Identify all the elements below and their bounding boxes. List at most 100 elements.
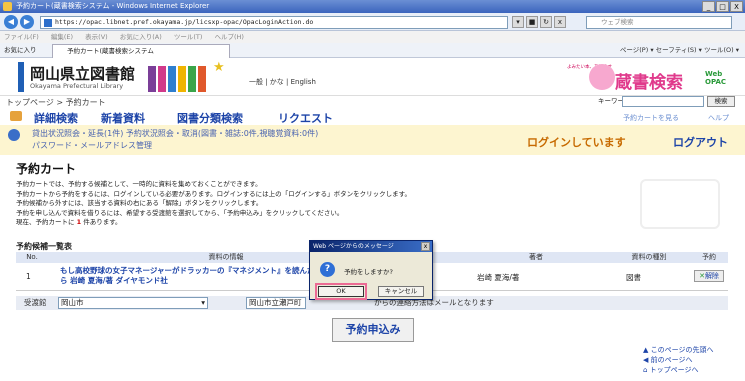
browser-tools[interactable]: ページ(P) ▾ セーフティ(S) ▾ ツール(O) ▾ <box>620 43 739 58</box>
mascot-icon <box>589 64 615 90</box>
desc-line-2: 予約カートから予約をするには、ログインしている必要があります。ログインするには上… <box>16 189 412 198</box>
cart-watermark-icon <box>640 179 720 229</box>
window-controls: _ □ X <box>702 1 743 12</box>
pickup-branch-select[interactable]: 岡山市立瀬戸町 <box>246 297 306 309</box>
opac-title: 蔵書検索 <box>615 73 683 93</box>
remove-button[interactable]: ✕解除 <box>694 270 724 282</box>
tab-title: 予約カート(蔵書検索システム <box>67 47 154 55</box>
pickup-library-value: 岡山市 <box>61 298 84 307</box>
desc-line-4: 予約を申し込んで資料を借りるには、希望する受渡館を選択してから、「予約申込み」を… <box>16 208 344 217</box>
ok-button[interactable]: OK <box>315 283 367 300</box>
close-window-button[interactable]: X <box>730 1 743 12</box>
question-icon: ? <box>320 262 335 277</box>
login-status: ログインしています <box>527 136 626 149</box>
maximize-button[interactable]: □ <box>716 1 729 12</box>
menu-favorites[interactable]: お気に入り(A) <box>120 33 162 41</box>
page-header: 岡山県立図書館 Okayama Prefectural Library ★ 一般… <box>0 58 745 95</box>
cancel-button[interactable]: キャンセル <box>378 286 424 297</box>
password-mail-link[interactable]: パスワード・メールアドレス管理 <box>32 140 152 151</box>
minimize-button[interactable]: _ <box>702 1 715 12</box>
page-top-link[interactable]: ▲ このページの先頭へ <box>643 345 713 355</box>
window-title: 予約カート(蔵書検索システム - Windows Internet Explor… <box>16 2 210 10</box>
cart-count-prefix: 現在、予約カートに <box>16 218 75 226</box>
reserve-submit-button[interactable]: 予約申込み <box>332 318 414 342</box>
pickup-label: 受渡館 <box>24 298 47 307</box>
remove-label: 解除 <box>704 272 719 280</box>
favorites-bar: お気に入り 予約カート(蔵書検索システム ページ(P) ▾ セーフティ(S) ▾… <box>0 43 745 58</box>
nav-classification-search[interactable]: 図書分類検索 <box>177 110 243 126</box>
loan-reservation-links[interactable]: 貸出状況照会・延長(1件) 予約状況照会・取消(図書・雑誌:0件,視聴覚資料:0… <box>32 128 318 139</box>
main-nav: 詳細検索 新着資料 図書分類検索 リクエスト 予約カートを見る ヘルプ <box>0 108 745 125</box>
browser-tab[interactable]: 予約カート(蔵書検索システム <box>52 44 230 58</box>
cart-count: 現在、予約カートに 1 件あります。 <box>16 218 411 228</box>
top-page-link[interactable]: ⌂ トップページへ <box>643 365 713 375</box>
confirm-dialog: Web ページからのメッセージ x ? 予約をしますか? OK キャンセル <box>309 240 433 300</box>
back-icon[interactable]: ◀ <box>4 15 18 29</box>
menu-tools[interactable]: ツール(T) <box>174 33 203 41</box>
forward-icon[interactable]: ▶ <box>20 15 34 29</box>
user-icon <box>8 129 20 141</box>
chevron-down-icon: ▾ <box>201 298 205 307</box>
user-info-bar: 貸出状況照会・延長(1件) 予約状況照会・取消(図書・雑誌:0件,視聴覚資料:0… <box>0 125 745 155</box>
menu-help[interactable]: ヘルプ(H) <box>215 33 244 41</box>
dialog-message: 予約をしますか? <box>344 268 393 276</box>
url-text: https://opac.libnet.pref.okayama.jp/lics… <box>55 18 314 26</box>
footer-links: ▲ このページの先頭へ ◀ 前のページへ ⌂ トップページへ <box>643 345 713 375</box>
nav-detail-search[interactable]: 詳細検索 <box>34 110 78 126</box>
menu-bar: ファイル(F) 編集(E) 表示(V) お気に入り(A) ツール(T) ヘルプ(… <box>0 31 745 43</box>
logo-bars-icon <box>148 66 206 92</box>
library-logo[interactable]: 岡山県立図書館 Okayama Prefectural Library ★ <box>18 60 258 92</box>
pickup-branch-value: 岡山市立瀬戸町 <box>249 298 302 307</box>
pickup-library-select[interactable]: 岡山市 ▾ <box>58 297 208 309</box>
padlock-icon[interactable]: ■ <box>526 16 538 28</box>
dialog-title: Web ページからのメッセージ <box>310 241 432 252</box>
favorites-button[interactable]: お気に入り <box>4 43 37 58</box>
web-search-placeholder: ウェブ検索 <box>601 18 634 26</box>
window-titlebar: 予約カート(蔵書検索システム - Windows Internet Explor… <box>0 0 745 13</box>
language-links[interactable]: 一般 | かな | English <box>249 77 316 87</box>
row-kind: 図書 <box>626 273 641 282</box>
opac-badge: Web OPAC <box>705 70 726 86</box>
menu-file[interactable]: ファイル(F) <box>4 33 39 41</box>
lock-icon[interactable]: ▾ <box>512 16 524 28</box>
help-link[interactable]: ヘルプ <box>708 113 729 123</box>
refresh-icon[interactable]: ↻ <box>540 16 552 28</box>
view-cart-link[interactable]: 予約カートを見る <box>623 113 679 123</box>
col-kind: 資料の種別 <box>631 253 667 261</box>
keyword-search-button[interactable]: 検索 <box>707 96 735 107</box>
cart-count-value: 1 <box>76 218 82 226</box>
col-info: 資料の情報 <box>208 253 244 261</box>
desc-line-1: 予約カートでは、予約する候補として、一時的に資料を集めておくことができます。 <box>16 180 262 188</box>
page-title: 予約カート <box>16 162 77 176</box>
row-author: 岩崎 夏海/著 <box>477 273 520 282</box>
nav-new-arrivals[interactable]: 新着資料 <box>101 110 145 126</box>
col-reserve: 予約 <box>702 253 716 261</box>
cart-count-suffix: 件あります。 <box>83 218 122 226</box>
prev-page-label: 前のページへ <box>650 356 693 364</box>
url-input[interactable]: https://opac.libnet.pref.okayama.jp/lics… <box>40 16 508 29</box>
keyword-input[interactable] <box>622 96 704 107</box>
nav-request[interactable]: リクエスト <box>278 110 333 126</box>
menu-view[interactable]: 表示(V) <box>85 33 108 41</box>
top-page-label: トップページへ <box>649 366 699 374</box>
book-title-link[interactable]: もし高校野球の女子マネージャーがドラッカーの『マネジメント』を読んだら 岩崎 夏… <box>60 266 320 286</box>
stop-icon[interactable]: x <box>554 16 566 28</box>
web-search-input[interactable]: ウェブ検索 <box>586 16 732 29</box>
library-name: 岡山県立図書館 <box>30 65 136 83</box>
library-name-en: Okayama Prefectural Library <box>30 82 124 90</box>
menu-edit[interactable]: 編集(E) <box>51 33 73 41</box>
opac-logo[interactable]: よみたい本、あります 蔵書検索 Web OPAC <box>563 62 743 94</box>
col-no: No. <box>26 253 38 261</box>
dialog-close-icon[interactable]: x <box>421 242 430 251</box>
page-top-label: このページの先頭へ <box>650 346 714 354</box>
row-number: 1 <box>26 272 31 281</box>
prev-page-link[interactable]: ◀ 前のページへ <box>643 355 713 365</box>
logout-link[interactable]: ログアウト <box>673 134 728 150</box>
desc-line-3: 予約候補から外すには、該当する資料の右にある「解除」ボタンをクリックします。 <box>16 199 263 207</box>
cart-description: 予約カートでは、予約する候補として、一時的に資料を集めておくことができます。 予… <box>16 180 411 228</box>
col-author: 著者 <box>529 253 543 261</box>
book-icon <box>10 111 22 121</box>
star-icon: ★ <box>213 60 225 75</box>
address-bar: ◀ ▶ https://opac.libnet.pref.okayama.jp/… <box>0 13 745 31</box>
page-icon <box>44 19 52 27</box>
